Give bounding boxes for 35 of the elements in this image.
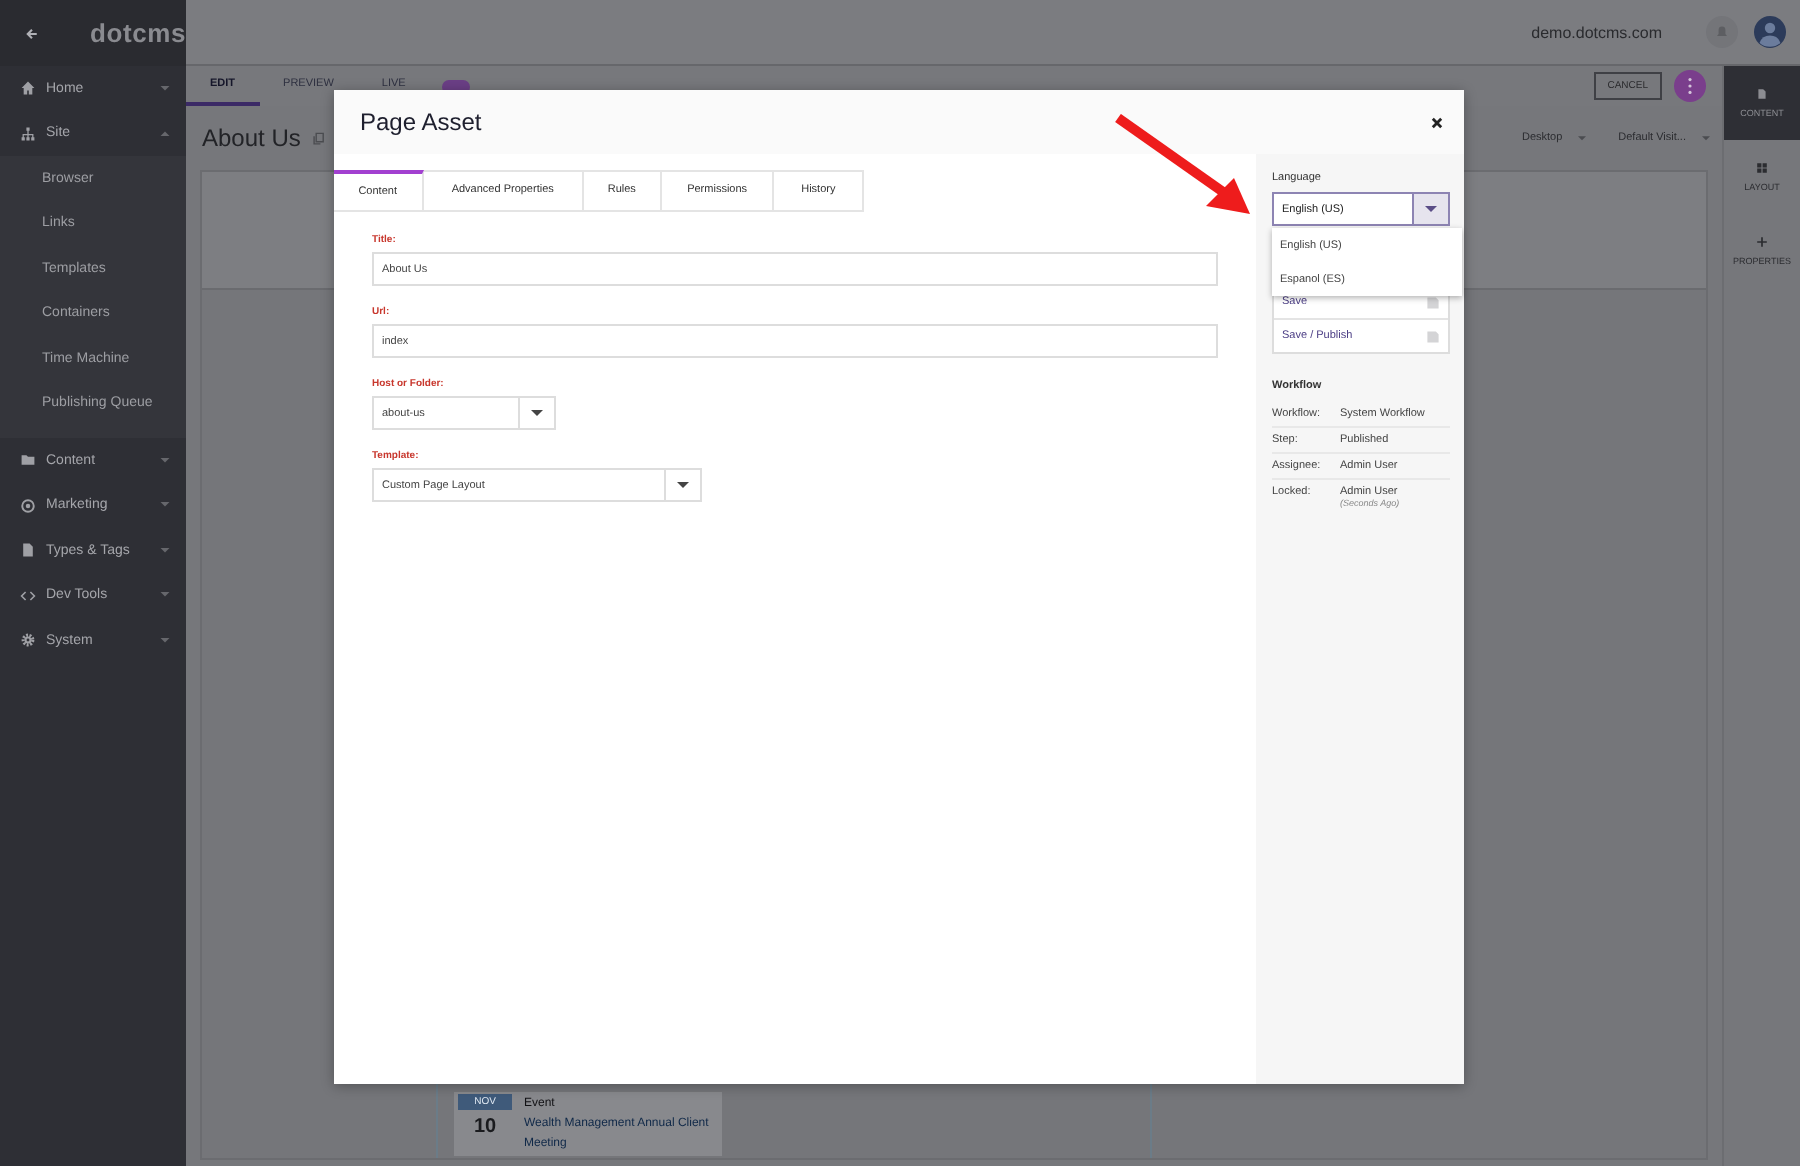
event-day: 10 — [473, 1110, 497, 1138]
caret-icon — [1578, 135, 1587, 141]
folder-icon — [20, 452, 36, 469]
more-icon[interactable] — [1674, 70, 1706, 102]
file-icon — [20, 542, 36, 559]
caret-icon — [160, 85, 170, 92]
site-name: demo.dotcms.com — [1531, 23, 1662, 41]
caret-icon — [530, 409, 544, 417]
caret-icon — [160, 457, 170, 464]
gear-icon — [20, 632, 36, 649]
back-arrow-icon[interactable] — [26, 25, 38, 41]
save-icon — [1426, 329, 1440, 343]
close-icon[interactable] — [1430, 115, 1444, 129]
caret-icon — [676, 481, 690, 489]
logo: dotcms — [89, 18, 186, 48]
caret-icon — [160, 547, 170, 554]
home-icon — [20, 80, 36, 97]
caret-icon — [1424, 205, 1438, 213]
caret-icon — [160, 502, 170, 509]
caret-icon — [160, 130, 170, 137]
caret-icon — [160, 592, 170, 599]
plus-icon — [1756, 236, 1768, 248]
sitemap-icon — [20, 125, 36, 142]
grid-icon — [1756, 162, 1768, 174]
code-icon — [20, 587, 36, 604]
dialog-title: Page Asset — [360, 108, 482, 136]
pointer-arrow — [1114, 114, 1254, 218]
caret-icon — [1702, 135, 1710, 141]
avatar[interactable] — [1754, 16, 1786, 48]
file-icon — [1756, 88, 1768, 100]
caret-icon — [160, 637, 170, 644]
target-icon — [20, 497, 36, 514]
copy-icon[interactable] — [312, 131, 327, 145]
bell-icon[interactable] — [1706, 16, 1738, 48]
page-title: About Us — [202, 124, 301, 152]
